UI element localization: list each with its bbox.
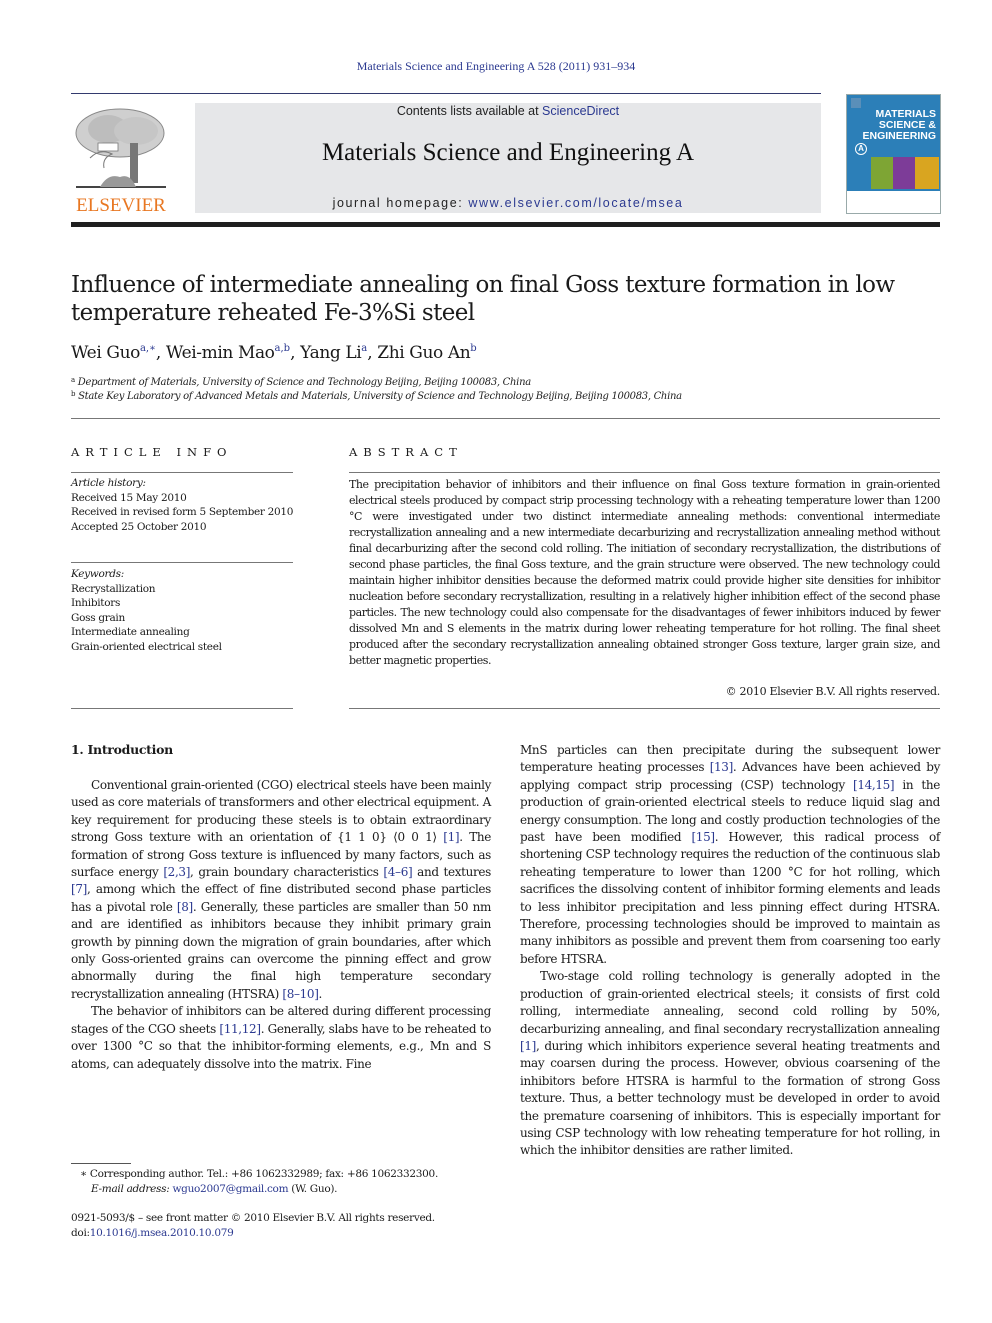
homepage-link[interactable]: www.elsevier.com/locate/msea (468, 196, 683, 210)
front-matter-line: 0921-5093/$ – see front matter © 2010 El… (71, 1212, 435, 1224)
author-separator: , (155, 343, 166, 363)
author-name[interactable]: Zhi Guo An (377, 343, 470, 363)
divider (349, 708, 940, 709)
tree-icon (75, 108, 166, 188)
body-text: . Generally, these particles are smaller… (71, 899, 491, 1001)
email-suffix: (W. Guo). (288, 1183, 338, 1195)
journal-homepage-line: journal homepage: www.elsevier.com/locat… (195, 196, 821, 210)
article-title: Influence of intermediate annealing on f… (71, 272, 895, 326)
cover-micrograph-yellow (915, 157, 939, 189)
keyword: Recrystallization (71, 582, 156, 595)
title-divider (71, 418, 940, 419)
cover-elsevier-mark-icon (851, 98, 861, 108)
divider (71, 472, 293, 473)
article-info-heading: ARTICLE INFO (71, 445, 233, 459)
body-text: . (318, 986, 323, 1001)
author-separator: , (367, 343, 378, 363)
affiliation-text: Department of Materials, University of S… (77, 377, 531, 388)
contents-prefix: Contents lists available at (396, 104, 543, 118)
reference-link[interactable]: [2,3] (163, 865, 190, 879)
journal-title: Materials Science and Engineering A (321, 139, 695, 166)
reference-link[interactable]: [8–10] (282, 987, 319, 1001)
reference-link[interactable]: [13] (710, 760, 734, 774)
history-revised: Received in revised form 5 September 201… (71, 506, 294, 518)
elsevier-wordmark: ELSEVIER (76, 195, 166, 216)
journal-citation[interactable]: Materials Science and Engineering A 528 … (0, 59, 992, 74)
affiliation-text: State Key Laboratory of Advanced Metals … (78, 391, 682, 402)
history-accepted: Accepted 25 October 2010 (71, 520, 207, 533)
abstract-text: The precipitation behavior of inhibitors… (349, 478, 940, 667)
body-paragraph: MnS particles can then precipitate durin… (520, 742, 940, 968)
reference-link[interactable]: [15] (691, 830, 715, 844)
abstract-copyright: © 2010 Elsevier B.V. All rights reserved… (725, 685, 941, 698)
body-paragraph: Two-stage cold rolling technology is gen… (520, 968, 940, 1159)
author-list: Wei Guoa,∗, Wei-min Maoa,b, Yang Lia, Zh… (71, 343, 477, 363)
email-footnote: E-mail address: wguo2007@gmail.com (W. G… (91, 1183, 338, 1195)
doi-line: doi:10.1016/j.msea.2010.10.079 (71, 1227, 234, 1239)
keywords-label: Keywords: (71, 568, 124, 580)
body-paragraph: The behavior of inhibitors can be altere… (71, 1003, 491, 1073)
homepage-prefix: journal homepage: (332, 196, 469, 210)
cover-micrograph-green (871, 157, 893, 189)
cover-title-line: ENGINEERING (862, 130, 936, 142)
cover-series-letter: A (855, 143, 867, 155)
body-text: , grain boundary characteristics (190, 865, 384, 880)
abstract-heading: ABSTRACT (349, 445, 463, 459)
keyword: Inhibitors (71, 597, 121, 609)
keyword: Grain-oriented electrical steel (71, 640, 222, 653)
keywords: Keywords: Recrystallization Inhibitors G… (71, 567, 301, 654)
email-link[interactable]: wguo2007@gmail.com (172, 1183, 288, 1195)
reference-link[interactable]: [11,12] (219, 1022, 261, 1036)
author-name[interactable]: Wei Guo (71, 343, 140, 363)
affiliation-mark: b (71, 390, 76, 398)
masthead-divider (71, 222, 940, 227)
article-history: Article history: Received 15 May 2010 Re… (71, 476, 301, 534)
reference-link[interactable]: [7] (71, 882, 87, 896)
footnote-rule (71, 1163, 131, 1164)
body-text: Conventional grain-oriented (CGO) electr… (71, 778, 491, 845)
keyword: Intermediate annealing (71, 626, 190, 638)
doi-prefix: doi: (71, 1227, 90, 1239)
reference-link[interactable]: [1] (520, 1039, 536, 1053)
author-affiliation-mark[interactable]: a,b (275, 343, 291, 354)
top-rule (71, 93, 821, 94)
sciencedirect-link[interactable]: ScienceDirect (542, 104, 619, 118)
section-heading-introduction: 1. Introduction (71, 742, 173, 757)
journal-cover-thumbnail[interactable]: MATERIALS SCIENCE & ENGINEERING A (846, 94, 941, 214)
author-name[interactable]: Wei-min Mao (166, 343, 275, 363)
divider (71, 562, 293, 563)
body-column-right: MnS particles can then precipitate durin… (520, 742, 940, 1160)
cover-title: MATERIALS SCIENCE & ENGINEERING (853, 109, 936, 142)
author-separator: , (290, 343, 301, 363)
body-paragraph: Conventional grain-oriented (CGO) electr… (71, 777, 491, 1003)
author-name[interactable]: Yang Li (300, 343, 362, 363)
divider (71, 708, 293, 709)
author-affiliation-mark[interactable]: a,∗ (140, 343, 156, 354)
corresponding-author-footnote: ∗ Corresponding author. Tel.: +86 106233… (80, 1168, 438, 1180)
cover-footer (847, 191, 940, 213)
history-label: Article history: (71, 477, 146, 489)
doi-link[interactable]: 10.1016/j.msea.2010.10.079 (90, 1227, 234, 1239)
reference-link[interactable]: [14,15] (853, 778, 895, 792)
reference-link[interactable]: [1] (443, 830, 459, 844)
cover-micrograph-purple (893, 157, 915, 189)
keyword: Goss grain (71, 611, 125, 624)
reference-link[interactable]: [8] (177, 900, 193, 914)
body-text: . However, this radical process of short… (520, 830, 940, 966)
author-affiliation-mark[interactable]: b (470, 343, 476, 354)
reference-link[interactable]: [4–6] (383, 865, 412, 879)
affiliation-b: b State Key Laboratory of Advanced Metal… (71, 390, 682, 402)
body-text: , during which inhibitors experience sev… (520, 1038, 940, 1158)
history-received: Received 15 May 2010 (71, 491, 187, 504)
body-column-left: Conventional grain-oriented (CGO) electr… (71, 777, 491, 1073)
email-label: E-mail address: (91, 1183, 173, 1195)
body-text: Two-stage cold rolling technology is gen… (520, 969, 940, 1036)
body-text: and textures (412, 865, 491, 880)
divider (349, 472, 940, 473)
affiliation-a: a Department of Materials, University of… (71, 376, 531, 388)
affiliation-mark: a (71, 376, 75, 384)
contents-available-line: Contents lists available at ScienceDirec… (195, 104, 821, 118)
